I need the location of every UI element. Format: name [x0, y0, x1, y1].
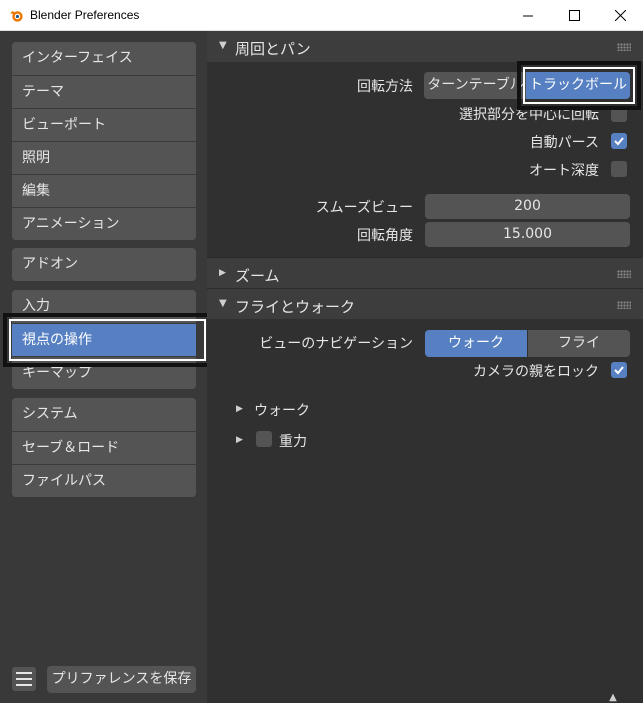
scroll-up-arrow-icon[interactable]: ▲: [604, 692, 622, 703]
smooth-view-field[interactable]: 200: [425, 194, 630, 219]
nav-group-general: インターフェイス テーマ ビューポート 照明 編集 アニメーション: [12, 42, 196, 240]
nav-group-input: 入力 視点の操作 キーマップ: [12, 290, 196, 389]
sidebar-footer: プリファレンスを保存: [0, 662, 207, 703]
nav-item-navigation[interactable]: 視点の操作: [12, 323, 196, 356]
rotation-angle-label: 回転角度: [357, 228, 413, 244]
nav-item-editing[interactable]: 編集: [12, 174, 196, 207]
drag-grip-icon[interactable]: [617, 301, 631, 309]
fly-walk-body: ビューのナビゲーション ウォーク フライ カメラの親をロック ▶ ウォーク ▶ …: [207, 319, 643, 454]
walk-subpanel-label[interactable]: ウォーク: [254, 400, 310, 420]
fly-walk-header[interactable]: ▼ フライとウォーク: [207, 288, 643, 319]
lock-camera-parent-label: カメラの親をロック: [473, 364, 599, 380]
drag-grip-icon[interactable]: [617, 270, 631, 278]
nav-item-file-paths[interactable]: ファイルパス: [12, 464, 196, 497]
turntable-button[interactable]: ターンテーブル: [424, 72, 527, 99]
blender-logo-icon: [9, 10, 23, 22]
nav-item-lights[interactable]: 照明: [12, 141, 196, 174]
close-icon: [614, 10, 626, 21]
walk-button[interactable]: ウォーク: [425, 330, 527, 357]
save-preferences-button[interactable]: プリファレンスを保存: [47, 666, 196, 693]
orbit-around-selection-checkbox[interactable]: [611, 106, 627, 122]
nav-item-addons[interactable]: アドオン: [12, 248, 196, 281]
title-bar: Blender Preferences: [0, 0, 643, 31]
drag-grip-icon[interactable]: [617, 43, 631, 51]
orbit-pan-header[interactable]: ▼ 周回とパン: [207, 31, 643, 62]
orbit-pan-title: 周回とパン: [235, 40, 311, 58]
gravity-expand-arrow-icon[interactable]: ▶: [236, 435, 243, 445]
auto-depth-label: オート深度: [529, 163, 599, 179]
smooth-view-label: スムーズビュー: [315, 200, 413, 216]
minimize-icon: [523, 15, 533, 16]
nav-group-system: システム セーブ＆ロード ファイルパス: [12, 398, 196, 497]
auto-depth-checkbox[interactable]: [611, 161, 627, 177]
nav-item-animation[interactable]: アニメーション: [12, 207, 196, 240]
nav-item-keymap[interactable]: キーマップ: [12, 356, 196, 389]
sidebar: インターフェイス テーマ ビューポート 照明 編集 アニメーション アドオン 入…: [0, 31, 207, 703]
nav-item-save-load[interactable]: セーブ＆ロード: [12, 431, 196, 464]
close-button[interactable]: [597, 0, 643, 31]
lock-camera-parent-checkbox[interactable]: [611, 362, 627, 378]
zoom-title: ズーム: [235, 267, 280, 285]
view-navigation-label: ビューのナビゲーション: [259, 336, 413, 352]
auto-perspective-label: 自動パース: [529, 135, 599, 151]
expanded-arrow-icon: ▼: [219, 40, 227, 51]
zoom-header[interactable]: ▶ ズーム: [207, 257, 643, 288]
nav-group-addons: アドオン: [12, 248, 196, 281]
gravity-checkbox[interactable]: [256, 431, 272, 447]
fly-button[interactable]: フライ: [528, 330, 630, 357]
gravity-label: 重力: [279, 434, 307, 450]
collapsed-arrow-icon: ▶: [219, 268, 226, 278]
checkmark-icon: [614, 366, 624, 375]
menu-button[interactable]: [12, 667, 36, 691]
expanded-arrow-icon: ▼: [219, 298, 227, 309]
main-panel: ▼ 周回とパン 回転方法 ターンテーブル トラックボール 選択部分を中心に回転 …: [207, 31, 643, 703]
fly-walk-title: フライとウォーク: [235, 298, 356, 316]
walk-expand-arrow-icon[interactable]: ▶: [236, 404, 243, 414]
checkmark-icon: [614, 137, 624, 146]
nav-item-system[interactable]: システム: [12, 398, 196, 431]
nav-item-input[interactable]: 入力: [12, 290, 196, 323]
rotation-angle-field[interactable]: 15.000: [425, 222, 630, 247]
maximize-icon: [568, 10, 580, 21]
nav-item-themes[interactable]: テーマ: [12, 75, 196, 108]
maximize-button[interactable]: [551, 0, 597, 31]
nav-item-viewport[interactable]: ビューポート: [12, 108, 196, 141]
orbit-pan-panel: ▼ 周回とパン 回転方法 ターンテーブル トラックボール 選択部分を中心に回転 …: [207, 31, 643, 254]
orbit-around-selection-label: 選択部分を中心に回転: [459, 107, 599, 123]
trackball-button[interactable]: トラックボール: [526, 72, 630, 99]
auto-perspective-checkbox[interactable]: [611, 133, 627, 149]
minimize-button[interactable]: [505, 0, 551, 31]
nav-item-interface[interactable]: インターフェイス: [12, 42, 196, 75]
window-title: Blender Preferences: [30, 8, 140, 22]
hamburger-icon: [16, 672, 32, 674]
orbit-method-label: 回転方法: [357, 79, 413, 95]
